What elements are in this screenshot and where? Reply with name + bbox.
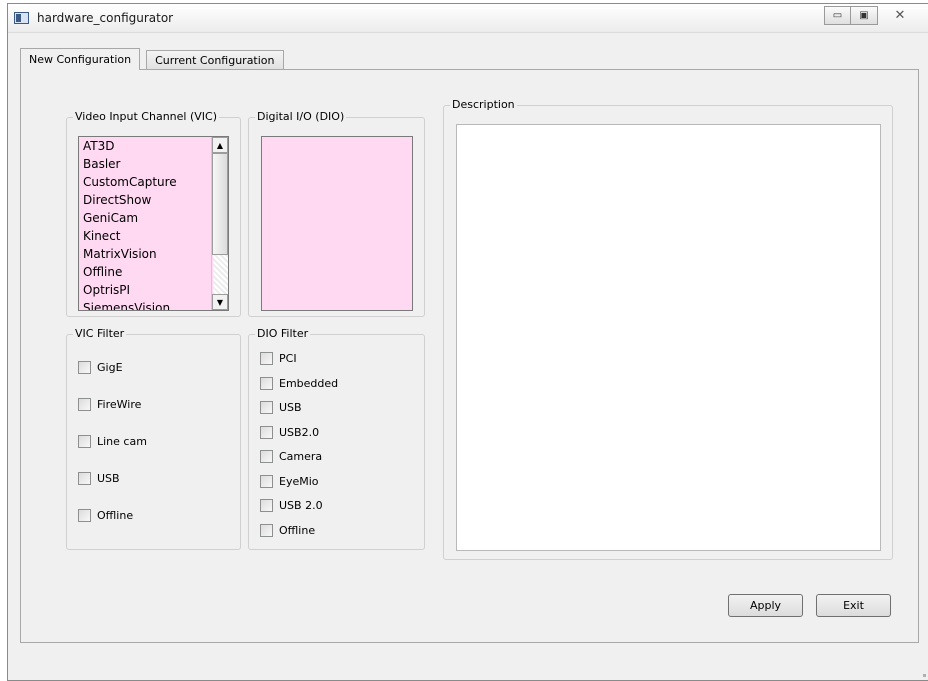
dio-filter-label: USB 2.0 <box>279 499 323 512</box>
dio-filter-title: DIO Filter <box>255 327 311 340</box>
vic-filter-checkbox[interactable] <box>78 398 91 411</box>
vic-group: Video Input Channel (VIC) AT3D Basler Cust… <box>66 110 241 317</box>
vic-filter-checkbox[interactable] <box>78 509 91 522</box>
dio-filter-option[interactable]: USB <box>260 401 302 414</box>
dio-filter-label: Camera <box>279 450 323 463</box>
dio-filter-checkbox[interactable] <box>260 352 273 365</box>
dio-filter-option[interactable]: Embedded <box>260 376 339 390</box>
vic-filter-option[interactable]: Offline <box>78 509 133 522</box>
dio-listbox[interactable] <box>261 136 413 311</box>
vic-list-item[interactable]: Offline <box>79 263 228 281</box>
close-button[interactable]: ✕ <box>878 6 922 25</box>
window-title: hardware_configurator <box>37 11 174 25</box>
scroll-down-icon[interactable]: ▼ <box>212 294 228 310</box>
dio-filter-checkbox[interactable] <box>260 523 273 537</box>
dio-filter-label: PCI <box>279 352 297 365</box>
vic-list-item[interactable]: SiemensVision <box>79 299 228 310</box>
tab-current-configuration[interactable]: Current Configuration <box>146 50 284 70</box>
vic-filter-option[interactable]: FireWire <box>78 398 141 411</box>
vic-group-title: Video Input Channel (VIC) <box>73 110 219 123</box>
vic-filter-group: VIC Filter GigE FireWire Line cam USB Offlin… <box>66 327 241 550</box>
tab-new-configuration[interactable]: New Configuration <box>20 48 141 70</box>
dio-filter-option[interactable]: USB 2.0 <box>260 499 323 512</box>
vic-list-item[interactable]: Kinect <box>79 227 228 245</box>
vic-filter-label: Line cam <box>97 435 147 448</box>
dio-filter-label: USB <box>279 401 302 414</box>
vic-filter-option[interactable]: GigE <box>78 361 123 374</box>
description-textarea[interactable] <box>456 124 881 551</box>
vic-filter-label: Offline <box>97 509 134 522</box>
dio-filter-group: DIO Filter PCI Embedded USB USB2.0 Camera Eye… <box>248 327 425 550</box>
vic-filter-checkbox[interactable] <box>78 435 91 448</box>
vic-filter-checkbox[interactable] <box>78 472 91 485</box>
exit-button[interactable]: Exit <box>816 594 891 617</box>
dio-filter-checkbox[interactable] <box>260 450 273 463</box>
dio-group-title: Digital I/O (DIO) <box>255 110 347 123</box>
dio-filter-option[interactable]: EyeMio <box>260 474 319 488</box>
dio-group: Digital I/O (DIO) <box>248 110 425 317</box>
vic-list-item[interactable]: DirectShow <box>79 191 228 209</box>
dio-filter-option[interactable]: Camera <box>260 450 322 463</box>
caption-buttons: ▭ ▣ ✕ <box>824 6 922 26</box>
vic-filter-label: FireWire <box>97 398 142 411</box>
vic-list-item[interactable]: GeniCam <box>79 209 228 227</box>
resize-grip[interactable] <box>923 674 926 677</box>
dio-filter-checkbox[interactable] <box>260 376 273 390</box>
tab-panel-new-configuration: Video Input Channel (VIC) AT3D Basler Cust… <box>20 69 919 643</box>
dio-filter-option[interactable]: Offline <box>260 523 316 537</box>
dio-filter-option[interactable]: USB2.0 <box>260 425 320 439</box>
dio-filter-checkbox[interactable] <box>260 499 273 512</box>
maximize-button[interactable]: ▣ <box>851 6 878 25</box>
vic-filter-label: USB <box>97 472 120 485</box>
vic-filter-option[interactable]: Line cam <box>78 435 147 448</box>
description-title: Description <box>450 98 517 111</box>
dio-filter-checkbox[interactable] <box>260 474 273 488</box>
vic-list-item[interactable]: CustomCapture <box>79 173 228 191</box>
vic-listbox[interactable]: AT3D Basler CustomCapture DirectShow GeniCam… <box>78 136 229 311</box>
vic-filter-label: GigE <box>97 361 123 374</box>
scroll-thumb[interactable] <box>212 153 228 255</box>
dio-filter-label: Embedded <box>279 376 339 390</box>
dio-filter-label: Offline <box>279 523 316 537</box>
dio-filter-checkbox[interactable] <box>260 401 273 414</box>
vic-filter-checkbox[interactable] <box>78 361 91 374</box>
description-group: Description <box>443 98 893 560</box>
dio-filter-checkbox[interactable] <box>260 425 273 439</box>
dio-filter-option[interactable]: PCI <box>260 352 297 365</box>
dio-filter-label: USB2.0 <box>279 425 320 439</box>
vic-listbox-scrollbar[interactable]: ▲ ▼ <box>211 137 228 310</box>
vic-filter-option[interactable]: USB <box>78 472 120 485</box>
vic-filter-title: VIC Filter <box>73 327 127 340</box>
vic-list-item[interactable]: AT3D <box>79 137 228 155</box>
app-window-icon <box>14 12 29 24</box>
scroll-up-icon[interactable]: ▲ <box>212 137 228 153</box>
title-bar[interactable]: hardware_configurator ▭ ▣ ✕ <box>8 4 928 33</box>
minimize-button[interactable]: ▭ <box>824 6 851 25</box>
vic-list-item[interactable]: Basler <box>79 155 228 173</box>
apply-button[interactable]: Apply <box>728 594 803 617</box>
scroll-track[interactable] <box>213 255 228 294</box>
vic-list-item[interactable]: OptrisPI <box>79 281 228 299</box>
vic-list-item[interactable]: MatrixVision <box>79 245 228 263</box>
tab-bar: New Configuration Current Configuration <box>20 48 284 70</box>
dio-filter-label: EyeMio <box>279 474 319 488</box>
